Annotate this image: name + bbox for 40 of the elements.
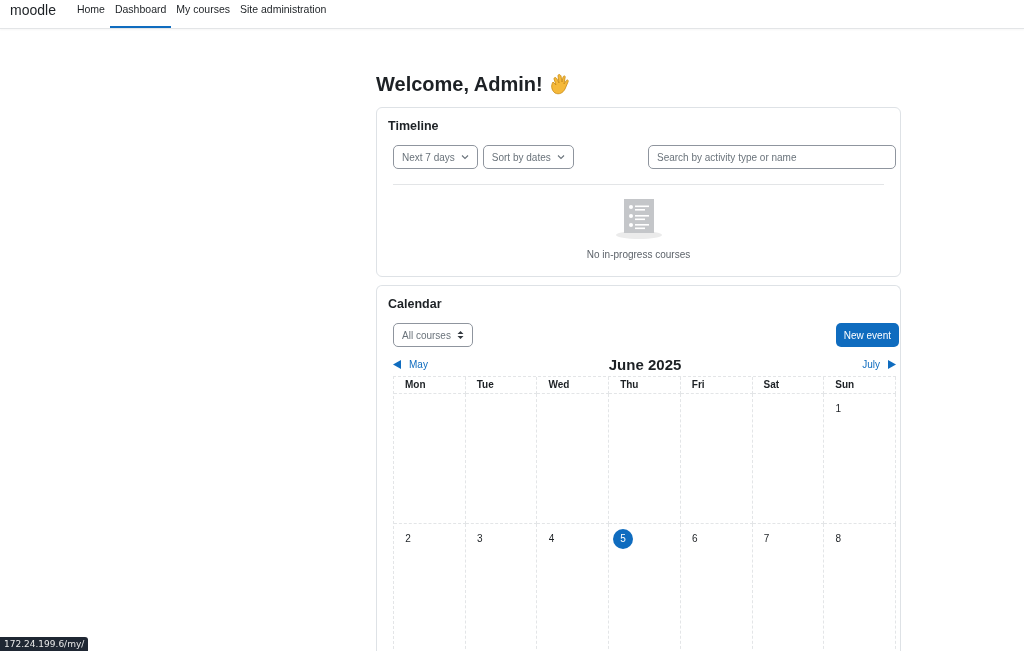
up-down-caret-icon	[456, 330, 464, 340]
day-number[interactable]: 6	[684, 528, 705, 549]
day-number[interactable]: 3	[469, 528, 490, 549]
right-triangle-icon	[888, 360, 896, 369]
empty-message: No in-progress courses	[586, 249, 691, 260]
status-url: 172.24.199.6/my/	[0, 637, 89, 651]
filter-dropdown[interactable]: Next 7 days	[393, 145, 478, 169]
waving-hand-icon	[548, 73, 571, 95]
nav-link[interactable]: Home	[71, 0, 110, 28]
month-title: June 2025	[608, 356, 682, 373]
filter-dropdown[interactable]: Sort by dates	[482, 145, 574, 169]
nav-link[interactable]: Site administration	[235, 0, 332, 28]
chevron-down-icon	[460, 154, 469, 160]
weekday-header: Wed	[537, 377, 610, 394]
left-triangle-icon	[393, 360, 401, 369]
day-number[interactable]: 8	[828, 528, 849, 549]
nav-link[interactable]: Dashboard	[109, 0, 172, 28]
day-number[interactable]: 2	[398, 528, 418, 549]
day-number[interactable]: 5	[613, 528, 634, 549]
card-title: Timeline	[388, 119, 440, 133]
page-heading: Welcome, Admin!	[376, 72, 543, 96]
day-number[interactable]: 7	[756, 528, 777, 549]
weekday-header: Thu	[609, 377, 681, 394]
weekday-header: Tue	[465, 377, 538, 394]
weekday-header: Sun	[824, 377, 896, 394]
chevron-down-icon	[556, 154, 565, 160]
weekday-header: Fri	[680, 377, 753, 394]
course-select[interactable]: All courses	[393, 323, 473, 347]
site-logo[interactable]: moodle	[10, 0, 56, 28]
day-number[interactable]: 1	[828, 398, 849, 419]
search-field[interactable]: Search by activity type or name	[648, 145, 896, 169]
new-event-button[interactable]: New event	[835, 323, 899, 347]
next-month-link[interactable]: July	[862, 359, 896, 370]
day-number[interactable]: 4	[541, 528, 562, 549]
card-title: Calendar	[388, 297, 443, 311]
empty-list-icon	[614, 199, 663, 239]
nav-link[interactable]: My courses	[171, 0, 235, 28]
weekday-header: Mon	[394, 377, 466, 394]
previous-month-link[interactable]: May	[393, 359, 428, 370]
weekday-header: Sat	[752, 377, 825, 394]
